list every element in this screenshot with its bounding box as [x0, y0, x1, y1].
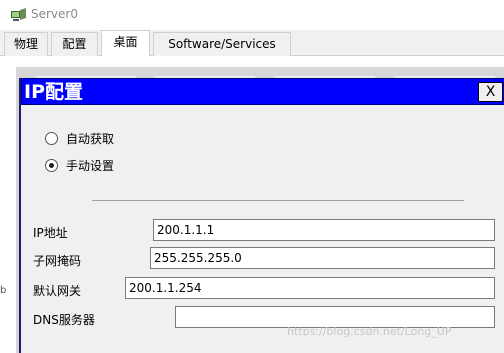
window-title: Server0: [31, 7, 78, 21]
radio-circle-checked[interactable]: [45, 158, 58, 172]
default-gateway-input[interactable]: 200.1.1.254: [125, 277, 495, 299]
window-titlebar: Server0: [0, 0, 504, 30]
section-divider: [92, 200, 464, 201]
default-gateway-label: 默认网关: [33, 284, 82, 298]
close-button[interactable]: X: [478, 82, 503, 102]
tab-config[interactable]: 配置: [51, 32, 98, 56]
tab-software-services[interactable]: Software/Services: [153, 32, 291, 56]
dialog-titlebar: IP配置 X: [21, 78, 504, 105]
radio-dhcp[interactable]: 自动获取: [45, 128, 114, 148]
ip-config-dialog: IP配置 X 自动获取 手动设置 IP地址 200.1.1.1 子网掩码 255…: [19, 78, 504, 353]
radio-dhcp-label: 自动获取: [66, 131, 115, 146]
subnet-mask-input[interactable]: 255.255.255.0: [150, 247, 495, 269]
server-icon: [11, 8, 26, 21]
ip-address-label: IP地址: [33, 226, 68, 240]
edge-mark: b: [0, 285, 7, 296]
tab-desktop[interactable]: 桌面: [101, 30, 150, 57]
tab-bar: 物理 配置 桌面 Software/Services: [0, 30, 504, 57]
dialog-title: IP配置: [24, 81, 83, 103]
radio-static[interactable]: 手动设置: [45, 155, 114, 175]
tab-physical[interactable]: 物理: [4, 32, 48, 56]
dns-server-label: DNS服务器: [33, 313, 95, 327]
radio-circle[interactable]: [45, 131, 58, 145]
subnet-mask-label: 子网掩码: [33, 254, 82, 268]
ip-address-input[interactable]: 200.1.1.1: [153, 219, 495, 241]
radio-static-label: 手动设置: [66, 158, 115, 173]
watermark: https://blog.csdn.net/Long_UP: [287, 325, 452, 338]
